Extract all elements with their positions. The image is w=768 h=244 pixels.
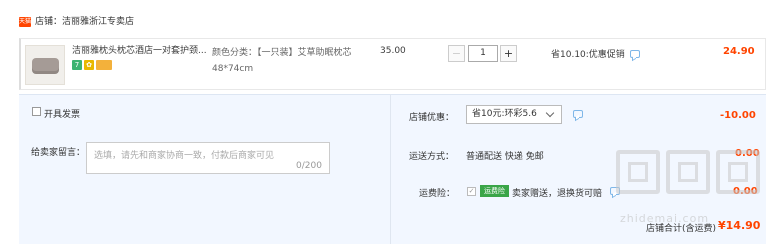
product-thumbnail[interactable] <box>25 45 65 85</box>
shipping-method: 普通配送 快递 免邮 <box>466 152 544 162</box>
item-total-price: 24.90 <box>723 46 755 57</box>
guarantee-icon: ✿ <box>84 60 94 70</box>
promo-info-icon[interactable] <box>630 50 640 58</box>
quantity-increase-button[interactable]: + <box>500 45 517 62</box>
watermark-glyph-icon <box>616 150 660 194</box>
shop-discount-amount: -10.00 <box>720 110 756 121</box>
shipping-label: 运送方式： <box>409 152 455 162</box>
insurance-label: 运费险： <box>419 189 456 199</box>
product-title[interactable]: 洁丽雅枕头枕芯酒店一对套护颈... <box>72 45 207 57</box>
shop-name[interactable]: 店铺：洁丽雅浙江专卖店 <box>35 17 134 28</box>
quantity-decrease-button[interactable]: − <box>448 45 465 62</box>
quantity-input[interactable]: 1 <box>468 45 498 62</box>
unit-price: 35.00 <box>380 46 406 56</box>
credit-card-icon <box>96 60 112 70</box>
pillow-image <box>32 58 59 74</box>
shop-discount-label: 店铺优惠： <box>409 113 455 123</box>
invoice-checkbox[interactable] <box>32 107 41 116</box>
panel-divider <box>390 94 391 244</box>
watermark-glyph-icon <box>716 150 760 194</box>
discount-info-icon[interactable] <box>573 110 583 118</box>
seven-day-return-icon: 7 <box>72 60 82 70</box>
item-promotion: 省10.10:优惠促销 <box>551 50 625 60</box>
message-char-counter: 0/200 <box>296 161 322 171</box>
watermark-text: zhidemai.com <box>620 212 710 225</box>
insurance-badge: 运费险 <box>480 185 509 197</box>
insurance-text: 卖家赠送，退换货可赔 <box>512 189 603 199</box>
watermark: zhidemai.com <box>616 150 766 230</box>
watermark-glyph-icon <box>666 150 710 194</box>
insurance-checkbox: ✓ <box>467 187 476 196</box>
tmall-badge-icon: 天猫 <box>19 17 32 27</box>
invoice-label[interactable]: 开具发票 <box>44 107 80 120</box>
product-service-tags: 7 ✿ <box>72 60 112 71</box>
product-sku: 颜色分类：【一只装】艾草助眠枕芯48*74cm <box>212 48 352 74</box>
seller-message-placeholder: 选填，请先和商家协商一致，付款后商家可见 <box>94 151 275 161</box>
message-label: 给卖家留言： <box>31 148 86 158</box>
